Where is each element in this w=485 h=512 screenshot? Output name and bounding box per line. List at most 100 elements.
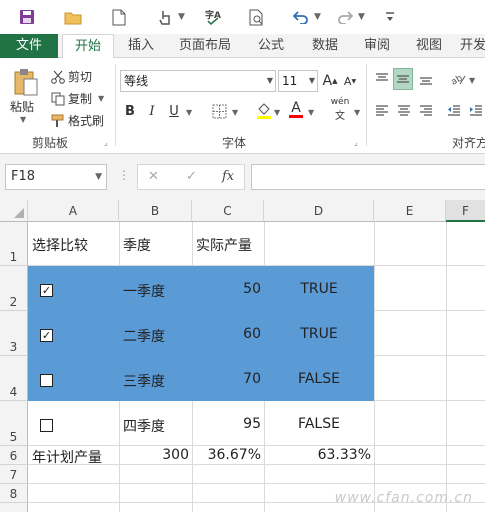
cell-b2[interactable]: 一季度 — [123, 281, 165, 301]
cell-d2[interactable]: TRUE — [264, 281, 374, 297]
tab-file[interactable]: 文件 — [0, 34, 58, 58]
cell-b5[interactable]: 四季度 — [123, 416, 165, 436]
cell-b3[interactable]: 二季度 — [123, 326, 165, 346]
fill-color-icon[interactable] — [254, 100, 274, 122]
copy-button[interactable]: 复制 — [68, 90, 92, 107]
print-preview-icon[interactable] — [246, 7, 268, 27]
format-painter-button[interactable]: 格式刷 — [68, 112, 104, 129]
cell-a6[interactable]: 年计划产量 — [32, 447, 102, 467]
column-header-a[interactable]: A — [28, 200, 119, 222]
row-header-3[interactable]: 3 — [0, 311, 28, 356]
undo-icon[interactable] — [290, 7, 312, 27]
cut-button[interactable]: 剪切 — [68, 68, 92, 85]
align-left-icon[interactable] — [372, 100, 392, 122]
enter-icon[interactable]: ✓ — [186, 169, 197, 184]
chevron-down-icon[interactable]: ▼ — [232, 108, 238, 117]
tab-page-layout[interactable]: 页面布局 — [172, 34, 238, 58]
function-icon[interactable]: fx — [222, 169, 234, 184]
redo-icon[interactable] — [334, 7, 356, 27]
checkbox-q4[interactable] — [40, 419, 53, 432]
chevron-down-icon[interactable]: ▼ — [309, 71, 315, 91]
paste-icon[interactable] — [8, 66, 44, 98]
cell-c4[interactable]: 70 — [192, 371, 261, 387]
cell-d6[interactable]: 63.33% — [264, 447, 371, 463]
align-top-icon[interactable] — [372, 68, 392, 90]
bold-button[interactable]: B — [122, 100, 138, 122]
tab-review[interactable]: 审阅 — [354, 34, 400, 58]
cell-c1[interactable]: 实际产量 — [196, 235, 252, 255]
row-header-9[interactable] — [0, 503, 28, 512]
chevron-down-icon[interactable]: ▼ — [274, 108, 280, 117]
orientation-icon[interactable]: ab — [448, 68, 468, 90]
chevron-down-icon[interactable]: ▼ — [358, 12, 365, 22]
cell-c6[interactable]: 36.67% — [192, 447, 261, 463]
underline-button[interactable]: U — [166, 100, 182, 122]
cell-b4[interactable]: 三季度 — [123, 371, 165, 391]
row-header-1[interactable]: 1 — [0, 222, 28, 266]
save-icon[interactable] — [16, 7, 38, 27]
font-size-combo[interactable]: 11 ▼ — [278, 70, 318, 92]
cancel-icon[interactable]: ✕ — [148, 169, 159, 184]
chevron-down-icon[interactable]: ▼ — [354, 108, 360, 117]
dialog-launcher-icon[interactable]: ⌟ — [104, 138, 108, 147]
touch-mode-icon[interactable] — [154, 7, 176, 27]
column-header-b[interactable]: B — [119, 200, 192, 222]
chevron-down-icon[interactable]: ▼ — [314, 12, 321, 22]
italic-button[interactable]: I — [144, 100, 160, 122]
cell-d3[interactable]: TRUE — [264, 326, 374, 342]
cell-b1[interactable]: 季度 — [123, 235, 151, 255]
name-box[interactable]: F18 ▼ — [5, 164, 107, 190]
chevron-down-icon[interactable]: ▼ — [469, 76, 475, 85]
cell-a1[interactable]: 选择比较 — [32, 235, 88, 255]
column-header-f[interactable]: F — [446, 200, 485, 222]
align-center-icon[interactable] — [394, 100, 414, 122]
tab-developer[interactable]: 开发 — [460, 34, 485, 58]
dialog-launcher-icon[interactable]: ⌟ — [354, 138, 358, 147]
checkbox-q2[interactable]: ✓ — [40, 329, 53, 342]
cell-c2[interactable]: 50 — [192, 281, 261, 297]
copy-icon[interactable] — [50, 88, 66, 110]
chevron-down-icon[interactable]: ▼ — [267, 71, 273, 91]
align-right-icon[interactable] — [416, 100, 436, 122]
decrease-indent-icon[interactable] — [444, 100, 464, 122]
phonetic-guide-icon[interactable]: wén 文 — [328, 97, 352, 122]
cell-d5[interactable]: FALSE — [264, 416, 374, 432]
chevron-down-icon[interactable]: ▼ — [98, 94, 104, 103]
row-header-8[interactable]: 8 — [0, 484, 28, 503]
tab-view[interactable]: 视图 — [406, 34, 452, 58]
paste-button-label[interactable]: 粘贴 — [10, 98, 34, 115]
tab-home[interactable]: 开始 — [62, 34, 114, 59]
chevron-down-icon[interactable]: ▼ — [178, 12, 185, 22]
cell-b6[interactable]: 300 — [119, 447, 189, 463]
checkbox-q1[interactable]: ✓ — [40, 284, 53, 297]
chevron-down-icon[interactable]: ▼ — [308, 108, 314, 117]
folder-icon[interactable] — [62, 7, 84, 27]
row-header-2[interactable]: 2 — [0, 266, 28, 311]
checkbox-q3[interactable] — [40, 374, 53, 387]
borders-icon[interactable] — [208, 100, 230, 122]
cell-c5[interactable]: 95 — [192, 416, 261, 432]
cell-d4[interactable]: FALSE — [264, 371, 374, 387]
grow-font-icon[interactable]: A ▲ — [322, 70, 338, 92]
scissors-icon[interactable] — [50, 66, 66, 88]
font-color-icon[interactable]: A — [286, 98, 306, 120]
row-header-6[interactable]: 6 — [0, 446, 28, 465]
row-header-5[interactable]: 5 — [0, 401, 28, 446]
formula-input[interactable] — [251, 164, 485, 190]
row-header-7[interactable]: 7 — [0, 465, 28, 484]
align-bottom-icon[interactable] — [416, 68, 436, 90]
column-header-e[interactable]: E — [374, 200, 446, 222]
customize-icon[interactable] — [382, 7, 398, 27]
column-header-d[interactable]: D — [264, 200, 374, 222]
chevron-down-icon[interactable]: ▼ — [186, 108, 192, 117]
column-header-c[interactable]: C — [192, 200, 264, 222]
align-middle-icon[interactable] — [393, 68, 413, 90]
row-header-4[interactable]: 4 — [0, 356, 28, 401]
shrink-font-icon[interactable]: A ▼ — [342, 70, 358, 92]
chevron-down-icon[interactable]: ▼ — [20, 115, 26, 124]
font-name-combo[interactable]: 等线 ▼ — [120, 70, 276, 92]
tab-insert[interactable]: 插入 — [118, 34, 164, 58]
tab-formulas[interactable]: 公式 — [248, 34, 294, 58]
spell-check-icon[interactable]: 字A — [202, 7, 224, 27]
tab-data[interactable]: 数据 — [302, 34, 348, 58]
